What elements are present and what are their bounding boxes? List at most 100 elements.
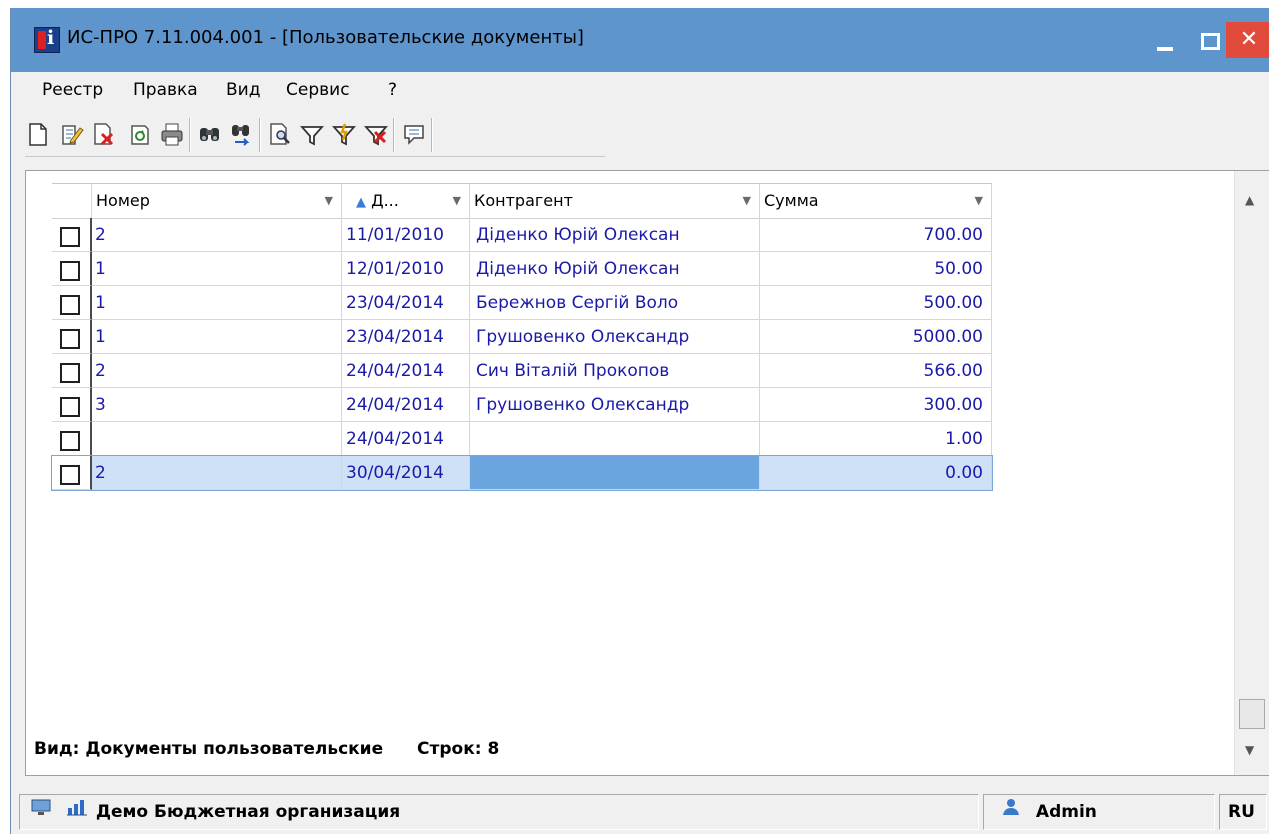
filter-icon[interactable] [299,120,325,148]
table-row-selected[interactable]: 2 30/04/2014 0.00 [51,455,993,491]
scroll-up-arrow-icon[interactable]: ▲ [1245,193,1254,207]
cell-number[interactable]: 2 [92,218,342,252]
cell-date[interactable]: 30/04/2014 [342,456,470,490]
find-next-icon[interactable] [229,120,255,148]
table-row[interactable]: 2 11/01/2010 Діденко Юрій Олексан 700.00 [52,218,992,252]
table-row[interactable]: 24/04/2014 1.00 [52,422,992,456]
cell-counterparty[interactable] [470,456,760,490]
cell-date[interactable]: 24/04/2014 [342,388,470,422]
close-button[interactable]: ✕ [1226,22,1269,58]
cell-number[interactable]: 2 [92,354,342,388]
user-icon [1000,795,1022,829]
delete-document-icon[interactable] [91,120,117,148]
print-icon[interactable] [159,120,185,148]
status-user-panel: Admin [983,794,1215,830]
scroll-down-arrow-icon[interactable]: ▼ [1245,743,1254,757]
toolbar-separator [189,118,191,152]
menu-edit[interactable]: Правка [133,80,198,100]
cell-number[interactable]: 3 [92,388,342,422]
header-number-label: Номер [96,191,150,210]
table-row[interactable]: 3 24/04/2014 Грушовенко Олександр 300.00 [52,388,992,422]
row-checkbox-cell [52,320,92,354]
menu-bar: Реестр Правка Вид Сервис ? [11,72,1269,108]
cell-counterparty[interactable]: Сич Віталій Прокопов [470,354,760,388]
cell-counterparty[interactable]: Діденко Юрій Олексан [470,218,760,252]
cell-date[interactable]: 12/01/2010 [342,252,470,286]
table-row[interactable]: 1 23/04/2014 Грушовенко Олександр 5000.0… [52,320,992,354]
menu-registry[interactable]: Реестр [42,80,103,100]
cell-sum[interactable]: 500.00 [760,286,992,320]
minimize-button[interactable] [1143,22,1187,58]
row-count-text: Строк: 8 [417,739,500,759]
documents-grid-panel: Номер ▼ ▲ Д... ▼ Контрагент ▼ Сумма ▼ 2 11/0… [25,170,1269,776]
cell-date[interactable]: 23/04/2014 [342,320,470,354]
new-document-icon[interactable] [25,120,51,148]
row-checkbox[interactable] [60,431,80,451]
row-checkbox[interactable] [60,397,80,417]
find-icon[interactable] [197,120,223,148]
title-bar[interactable]: ИС-ПРО 7.11.004.001 - [Пользовательские … [11,8,1269,72]
cell-date[interactable]: 23/04/2014 [342,286,470,320]
cell-number[interactable]: 1 [92,252,342,286]
cell-sum[interactable]: 1.00 [760,422,992,456]
cell-counterparty[interactable]: Грушовенко Олександр [470,388,760,422]
header-number[interactable]: Номер ▼ [92,184,342,218]
filter-clear-icon[interactable] [363,120,389,148]
header-date[interactable]: ▲ Д... ▼ [342,184,470,218]
row-checkbox[interactable] [60,295,80,315]
row-checkbox[interactable] [60,465,80,485]
header-sum[interactable]: Сумма ▼ [760,184,992,218]
row-checkbox[interactable] [60,329,80,349]
preview-icon[interactable] [267,120,293,148]
cell-counterparty[interactable]: Бережнов Сергій Воло [470,286,760,320]
chevron-down-icon[interactable]: ▼ [325,184,333,218]
row-checkbox[interactable] [60,261,80,281]
cell-sum[interactable]: 700.00 [760,218,992,252]
cell-sum[interactable]: 300.00 [760,388,992,422]
header-counterparty-label: Контрагент [474,191,573,210]
cell-number[interactable]: 2 [92,456,342,490]
cell-number[interactable] [92,422,342,456]
header-sum-label: Сумма [764,191,819,210]
cell-date[interactable]: 11/01/2010 [342,218,470,252]
status-language-panel[interactable]: RU [1219,794,1267,830]
filter-apply-icon[interactable] [331,120,357,148]
chevron-down-icon[interactable]: ▼ [743,184,751,218]
cell-number[interactable]: 1 [92,286,342,320]
menu-view[interactable]: Вид [226,80,260,100]
menu-help[interactable]: ? [388,80,397,100]
header-checkbox-column[interactable] [52,184,92,218]
cell-date[interactable]: 24/04/2014 [342,354,470,388]
cell-date[interactable]: 24/04/2014 [342,422,470,456]
app-logo-icon[interactable] [34,27,60,53]
comment-icon[interactable] [401,120,427,148]
chevron-down-icon[interactable]: ▼ [453,184,461,218]
grid-header: Номер ▼ ▲ Д... ▼ Контрагент ▼ Сумма ▼ [52,183,992,219]
cell-sum[interactable]: 50.00 [760,252,992,286]
refresh-icon[interactable] [127,120,153,148]
row-checkbox[interactable] [60,227,80,247]
toolbar-separator [259,118,261,152]
row-checkbox[interactable] [60,363,80,383]
cell-counterparty[interactable]: Грушовенко Олександр [470,320,760,354]
table-row[interactable]: 2 24/04/2014 Сич Віталій Прокопов 566.00 [52,354,992,388]
table-row[interactable]: 1 23/04/2014 Бережнов Сергій Воло 500.00 [52,286,992,320]
cell-sum[interactable]: 566.00 [760,354,992,388]
edit-document-icon[interactable] [59,120,85,148]
chevron-down-icon[interactable]: ▼ [975,184,983,218]
cell-counterparty[interactable] [470,422,760,456]
vertical-scrollbar[interactable]: ▲ ▼ [1234,171,1269,775]
cell-counterparty[interactable]: Діденко Юрій Олексан [470,252,760,286]
row-checkbox-cell [52,422,92,456]
status-bar: Демо Бюджетная организация Admin RU [11,784,1269,834]
cell-sum[interactable]: 5000.00 [760,320,992,354]
app-window: ИС-ПРО 7.11.004.001 - [Пользовательские … [10,8,1269,834]
header-counterparty[interactable]: Контрагент ▼ [470,184,760,218]
cell-number[interactable]: 1 [92,320,342,354]
cell-sum[interactable]: 0.00 [760,456,992,490]
view-name-text: Вид: Документы пользовательские [34,739,384,759]
table-row[interactable]: 1 12/01/2010 Діденко Юрій Олексан 50.00 [52,252,992,286]
menu-service[interactable]: Сервис [286,80,350,100]
status-org-panel: Демо Бюджетная организация [19,794,979,830]
scroll-thumb[interactable] [1239,699,1265,729]
